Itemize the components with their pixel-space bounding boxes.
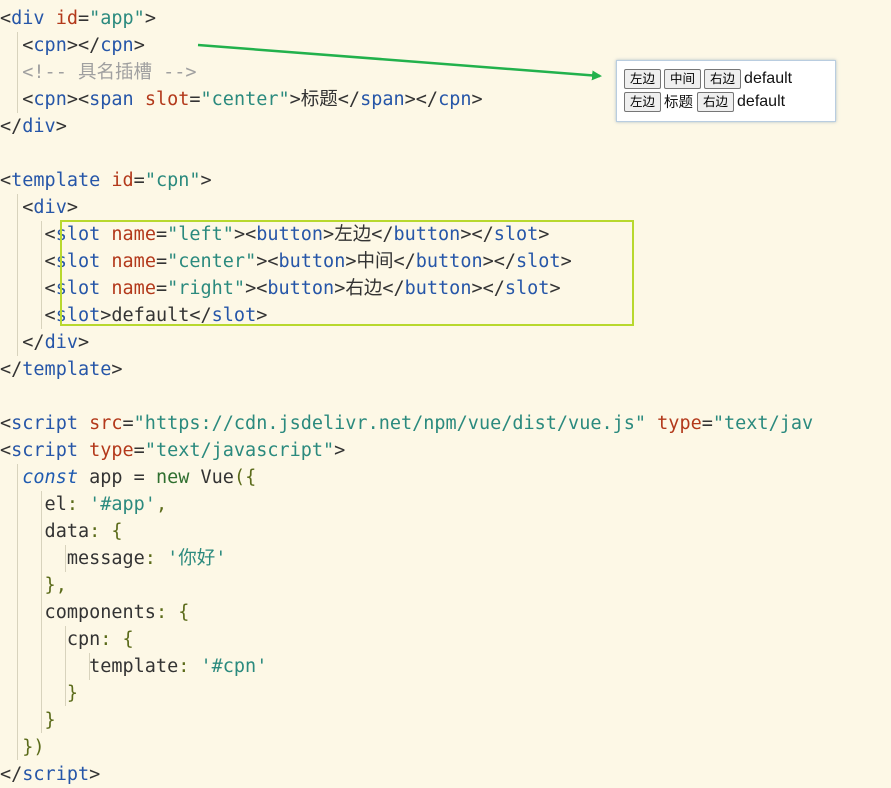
center-title-text: 标题: [664, 95, 694, 111]
center-button[interactable]: 中间: [664, 68, 702, 89]
right-button[interactable]: 右边: [704, 68, 742, 89]
preview-row-1: 左边 中间 右边 default: [624, 67, 835, 90]
render-preview: 左边 中间 右边 default 左边 标题 右边 default: [616, 60, 836, 122]
left-button[interactable]: 左边: [624, 68, 662, 89]
left-button[interactable]: 左边: [624, 91, 662, 112]
default-slot-text: default: [744, 69, 793, 87]
right-button[interactable]: 右边: [697, 91, 735, 112]
default-slot-text: default: [737, 92, 786, 110]
editor-screenshot: <div id="app"> <cpn></cpn> <!-- 具名插槽 -->…: [0, 0, 891, 788]
preview-row-2: 左边 标题 右边 default: [624, 90, 835, 113]
